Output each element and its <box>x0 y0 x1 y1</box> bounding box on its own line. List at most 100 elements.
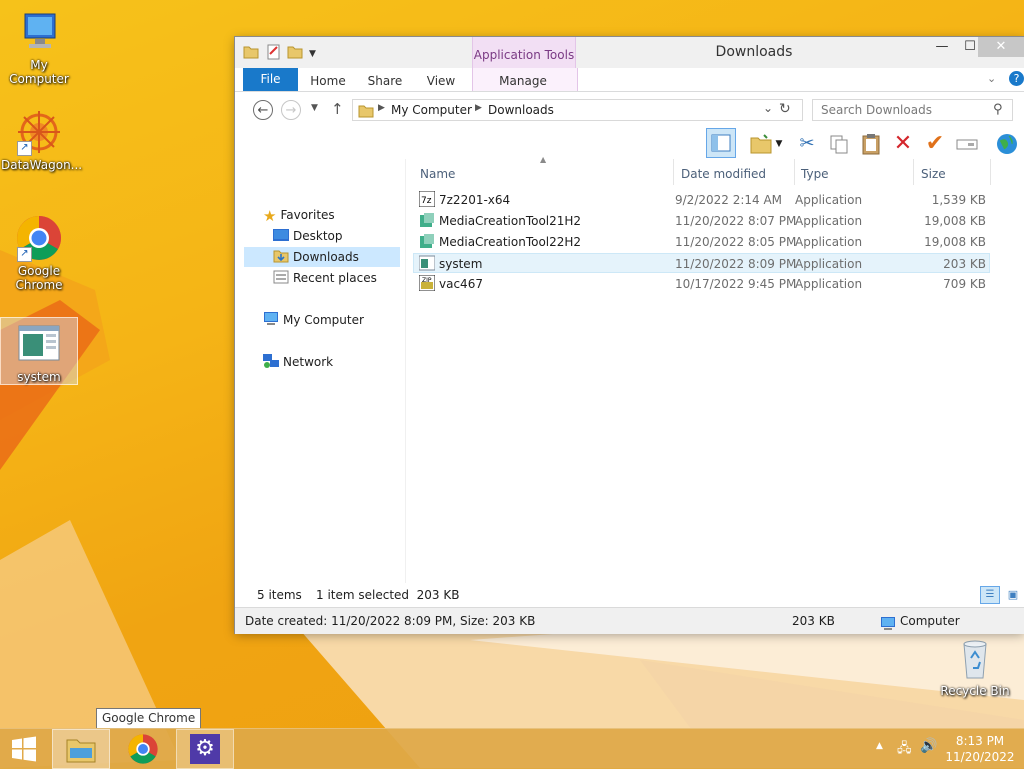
tab-home[interactable]: Home <box>308 71 348 91</box>
network-icon <box>263 354 279 368</box>
nav-my-computer[interactable]: My Computer <box>263 310 364 330</box>
breadcrumb-my-computer[interactable]: My Computer <box>391 103 472 117</box>
address-row: ← → ▼ ↑ ▶ My Computer ▶ Downloads ⌄ ↻ Se… <box>235 92 1024 127</box>
vac-icon: ZIP <box>418 274 436 292</box>
file-name-cell: MediaCreationTool21H2 <box>419 211 581 231</box>
desktop-icon-google-chrome[interactable]: ↗ Google Chrome <box>1 214 77 292</box>
search-input[interactable]: Search Downloads ⚲ <box>812 99 1013 121</box>
nav-desktop[interactable]: Desktop <box>273 226 343 246</box>
recycle-bin-icon <box>951 634 999 682</box>
details-status-bar: Date created: 11/20/2022 8:09 PM, Size: … <box>235 607 1024 634</box>
file-size: 709 KB <box>943 277 986 291</box>
tab-view[interactable]: View <box>423 71 459 91</box>
table-row-selected[interactable]: system 11/20/2022 8:09 PM Application 20… <box>413 253 990 273</box>
copy-icon[interactable] <box>825 130 853 158</box>
shortcut-arrow-icon: ↗ <box>17 247 32 262</box>
file-name-cell: system <box>418 254 482 274</box>
preview-pane-button[interactable] <box>706 128 736 158</box>
tab-share[interactable]: Share <box>365 71 405 91</box>
navigation-pane: ★ Favorites Desktop Downloads Recent plac… <box>235 159 406 583</box>
table-row[interactable]: MediaCreationTool21H2 11/20/2022 8:07 PM… <box>413 211 990 231</box>
datawagon-logo-icon: ↗ <box>15 108 63 156</box>
paste-icon[interactable] <box>857 130 885 158</box>
forward-button[interactable]: → <box>281 100 301 120</box>
desktop-icon <box>273 228 289 242</box>
minimize-button[interactable]: — <box>927 37 957 57</box>
refresh-icon[interactable]: ↻ <box>779 101 791 117</box>
nav-network-label: Network <box>283 355 334 369</box>
tab-manage[interactable]: Manage <box>493 71 553 91</box>
show-hidden-icons-chevron-icon[interactable]: ▲ <box>876 741 883 751</box>
quick-access-toolbar: ▼ <box>243 44 316 63</box>
file-name-cell: 7z 7z2201-x64 <box>418 190 510 210</box>
breadcrumb-separator-icon[interactable]: ▶ <box>475 103 482 113</box>
cut-icon[interactable]: ✂ <box>793 130 821 158</box>
file-type: Application <box>795 277 863 291</box>
application-window-icon <box>15 322 63 370</box>
downloads-folder-icon <box>273 249 289 263</box>
folder-icon[interactable] <box>243 44 259 63</box>
customize-qat-chevron-icon[interactable]: ▼ <box>309 49 316 59</box>
recent-locations-chevron-icon[interactable]: ▼ <box>311 103 318 113</box>
rename-icon[interactable] <box>953 130 981 158</box>
desktop-icon-recycle-bin[interactable]: Recycle Bin <box>937 634 1013 698</box>
svg-text:7z: 7z <box>421 196 432 206</box>
taskbar-google-chrome[interactable] <box>114 729 172 769</box>
desktop-icon-label: system <box>17 370 61 384</box>
file-name: MediaCreationTool22H2 <box>439 235 582 249</box>
table-row[interactable]: ZIP vac467 10/17/2022 9:45 PM Application… <box>413 274 990 294</box>
folder-icon <box>358 103 374 122</box>
details-size: 203 KB <box>792 614 835 628</box>
item-count: 5 items <box>257 588 302 602</box>
desktop-icon-datawagon[interactable]: ↗ DataWagon... <box>1 108 82 172</box>
start-button[interactable] <box>0 729 48 769</box>
help-icon[interactable]: ? <box>1009 71 1024 86</box>
recent-places-icon <box>273 270 289 284</box>
new-folder-dropdown-chevron-icon[interactable]: ▼ <box>773 130 785 158</box>
breadcrumb-separator-icon[interactable]: ▶ <box>378 103 385 113</box>
address-bar[interactable]: ▶ My Computer ▶ Downloads ⌄ <box>352 99 803 121</box>
column-header-name[interactable]: Name <box>420 164 455 184</box>
new-folder-icon[interactable] <box>747 130 775 158</box>
file-type: Application <box>795 235 863 249</box>
nav-network[interactable]: Network <box>263 352 333 372</box>
globe-icon[interactable] <box>993 130 1021 158</box>
volume-icon[interactable]: 🔊 <box>920 738 937 754</box>
delete-icon[interactable]: ✕ <box>889 130 917 158</box>
nav-my-computer-label: My Computer <box>283 313 364 327</box>
column-header-size[interactable]: Size <box>921 164 946 184</box>
desktop-icon-system[interactable]: system <box>0 317 78 385</box>
checkmark-icon[interactable]: ✔ <box>921 130 949 158</box>
nav-recent-places[interactable]: Recent places <box>273 268 377 288</box>
clock[interactable]: 8:13 PM 11/20/2022 <box>940 733 1020 765</box>
ribbon-tabs: File Home Share View Manage ⌄ ? <box>235 68 1024 92</box>
back-button[interactable]: ← <box>253 100 273 120</box>
table-row[interactable]: 7z 7z2201-x64 9/2/2022 2:14 AM Applicatio… <box>413 190 990 210</box>
nav-downloads[interactable]: Downloads <box>244 247 400 267</box>
column-divider <box>990 159 991 185</box>
large-icons-view-button[interactable]: ▣ <box>1003 586 1023 604</box>
ribbon-expand-chevron-icon[interactable]: ⌄ <box>987 72 996 85</box>
details-view-button[interactable]: ☰ <box>980 586 1000 604</box>
taskbar-settings[interactable]: ⚙ <box>176 729 234 769</box>
up-button[interactable]: ↑ <box>331 100 344 118</box>
title-bar: ▼ Application Tools Downloads — ☐ ✕ <box>235 37 1024 68</box>
column-header-date[interactable]: Date modified <box>681 164 766 184</box>
new-folder-icon[interactable] <box>287 44 303 63</box>
column-header-type[interactable]: Type <box>801 164 829 184</box>
file-type: Application <box>795 193 863 207</box>
7zip-icon: 7z <box>418 190 436 208</box>
taskbar-file-explorer[interactable] <box>52 729 110 769</box>
properties-icon[interactable] <box>265 44 281 63</box>
table-row[interactable]: MediaCreationTool22H2 11/20/2022 8:05 PM… <box>413 232 990 252</box>
breadcrumb-downloads[interactable]: Downloads <box>488 103 554 117</box>
column-divider <box>673 159 674 185</box>
desktop-icon-my-computer[interactable]: My Computer <box>1 8 77 86</box>
close-button[interactable]: ✕ <box>978 37 1024 57</box>
tab-file[interactable]: File <box>243 68 298 91</box>
file-name-cell: ZIP vac467 <box>418 274 483 294</box>
taskbar: ⚙ ▲ 🖧 🔊 8:13 PM 11/20/2022 <box>0 728 1024 769</box>
nav-favorites[interactable]: ★ Favorites <box>263 205 335 225</box>
network-tray-icon[interactable]: 🖧 <box>897 739 912 761</box>
address-dropdown-chevron-icon[interactable]: ⌄ <box>763 101 773 115</box>
